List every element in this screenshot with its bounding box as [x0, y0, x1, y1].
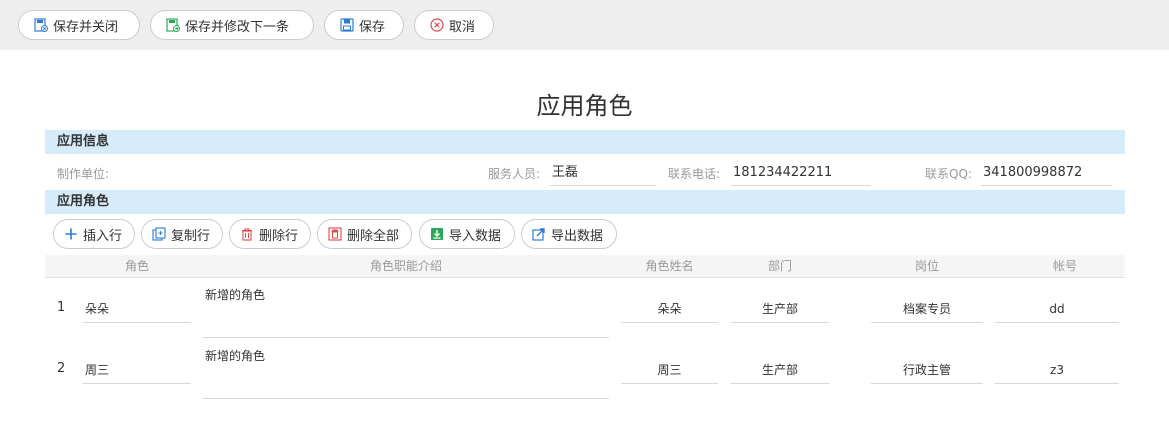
delete-row-label: 删除行: [259, 228, 299, 244]
column-header-department: 部门: [767, 259, 792, 273]
insert-row-label: 插入行: [83, 228, 123, 244]
role-field[interactable]: 周三: [83, 357, 191, 384]
export-data-label: 导出数据: [551, 228, 604, 244]
delete-all-icon: [328, 227, 342, 241]
column-header-role: 角色: [124, 259, 149, 273]
staff-label: 服务人员:: [488, 167, 541, 181]
export-data-button[interactable]: 导出数据: [521, 219, 617, 249]
save-and-close-button[interactable]: 保存并关闭: [18, 10, 140, 40]
description-field[interactable]: 新增的角色: [203, 284, 609, 338]
description-field[interactable]: 新增的角色: [203, 345, 609, 399]
post-field[interactable]: 行政主管: [871, 357, 983, 384]
save-close-icon: [34, 18, 48, 32]
qq-field[interactable]: 341800998872: [981, 160, 1112, 186]
import-data-label: 导入数据: [449, 228, 502, 244]
page-title: 应用角色: [536, 92, 633, 120]
copy-row-label: 复制行: [171, 228, 211, 244]
save-button[interactable]: 保存: [324, 10, 404, 40]
export-icon: [532, 227, 546, 241]
role-field[interactable]: 朵朵: [83, 296, 191, 323]
person-name-field[interactable]: 朵朵: [621, 296, 718, 323]
insert-row-button[interactable]: 插入行: [53, 219, 135, 249]
cancel-label: 取消: [449, 19, 476, 35]
import-icon: [430, 227, 444, 241]
qq-label: 联系QQ:: [925, 167, 972, 181]
staff-field[interactable]: 王磊: [550, 160, 656, 186]
delete-all-button[interactable]: 删除全部: [317, 219, 412, 249]
trash-icon: [240, 227, 254, 241]
department-field[interactable]: 生产部: [731, 357, 829, 384]
import-data-button[interactable]: 导入数据: [419, 219, 515, 249]
department-field[interactable]: 生产部: [731, 296, 829, 323]
info-section-header: 应用信息: [45, 130, 1125, 154]
save-and-next-label: 保存并修改下一条: [185, 19, 290, 35]
phone-field[interactable]: 181234422211: [731, 160, 871, 186]
column-header-post: 岗位: [914, 259, 939, 273]
post-field[interactable]: 档案专员: [871, 296, 983, 323]
save-next-icon: [166, 18, 180, 32]
delete-all-label: 删除全部: [347, 228, 400, 244]
grid-header: 角色 角色职能介绍 角色姓名 部门 岗位 帐号: [45, 255, 1125, 278]
save-label: 保存: [359, 19, 386, 35]
copy-row-button[interactable]: 复制行: [141, 219, 223, 249]
toolbar: 保存并关闭 保存并修改下一条 保存 取消: [0, 0, 1169, 50]
plus-icon: [64, 227, 78, 241]
copy-icon: [152, 227, 166, 241]
roles-section-header: 应用角色: [45, 190, 1125, 214]
row-number: 1: [57, 300, 66, 315]
save-and-close-label: 保存并关闭: [53, 19, 119, 35]
phone-label: 联系电话:: [668, 167, 721, 181]
person-name-field[interactable]: 周三: [621, 357, 718, 384]
cancel-icon: [430, 18, 444, 32]
column-header-description: 角色职能介绍: [369, 259, 442, 273]
save-icon: [340, 18, 354, 32]
delete-row-button[interactable]: 删除行: [229, 219, 311, 249]
account-field[interactable]: z3: [995, 357, 1119, 384]
unit-label: 制作单位:: [57, 167, 110, 181]
save-and-next-button[interactable]: 保存并修改下一条: [150, 10, 314, 40]
row-number: 2: [57, 361, 66, 376]
unit-field[interactable]: [118, 160, 120, 186]
account-field[interactable]: dd: [995, 296, 1119, 323]
column-header-account: 帐号: [1052, 259, 1077, 273]
cancel-button[interactable]: 取消: [414, 10, 494, 40]
column-header-person-name: 角色姓名: [645, 259, 694, 273]
